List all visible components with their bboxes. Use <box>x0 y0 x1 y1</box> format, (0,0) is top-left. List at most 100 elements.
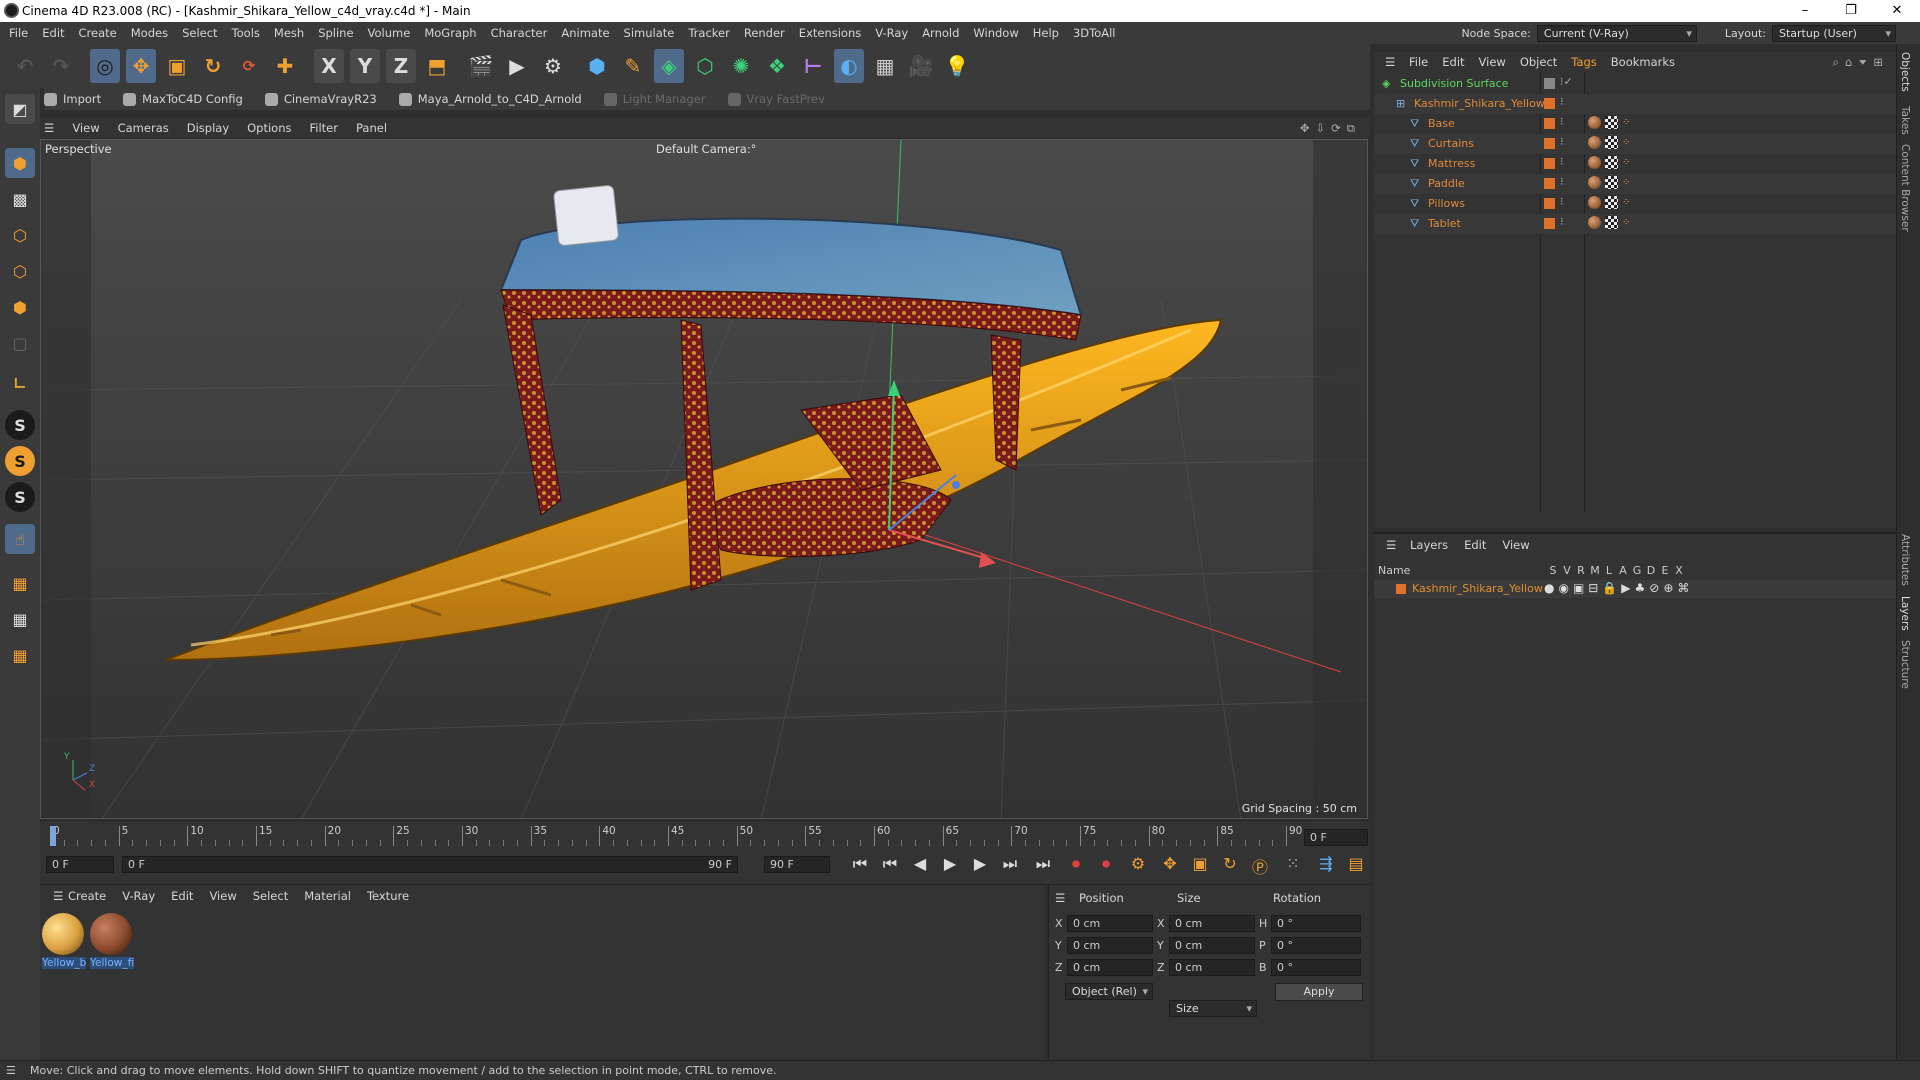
menu-modes[interactable]: Modes <box>124 26 175 40</box>
coords-menu-icon[interactable]: ☰ <box>1055 891 1065 905</box>
layer-menu-view[interactable]: View <box>1494 538 1537 552</box>
play-icon[interactable]: ▶ <box>935 854 965 878</box>
model-mode-icon[interactable]: ⬢ <box>5 148 35 178</box>
viewport-menu-cameras[interactable]: Cameras <box>109 121 178 135</box>
previous-key-icon[interactable]: ⏮ <box>875 854 905 878</box>
material-swatch[interactable]: Yellow_fi <box>90 913 134 969</box>
polygons-mode-icon[interactable]: ⬢ <box>5 292 35 322</box>
visibility-dots-icon[interactable]: ⁝✓ <box>1560 75 1573 88</box>
object-menu-tags[interactable]: Tags <box>1564 55 1603 69</box>
material-menu-vray[interactable]: V-Ray <box>114 889 163 903</box>
material-tag-icon[interactable] <box>1588 196 1601 209</box>
object-name[interactable]: Paddle <box>1428 177 1465 190</box>
render-view-icon[interactable]: ▶ <box>502 49 532 83</box>
texture-tag-icon[interactable] <box>1605 156 1618 169</box>
object-name[interactable]: Kashmir_Shikara_Yellow <box>1414 97 1545 110</box>
menu-mograph[interactable]: MoGraph <box>417 26 483 40</box>
keyframe-selection-icon[interactable]: ⚙ <box>1121 854 1155 878</box>
size-z-field[interactable]: 0 cm <box>1169 959 1255 976</box>
object-name[interactable]: Base <box>1428 117 1455 130</box>
object-name[interactable]: Subdivision Surface <box>1400 77 1508 90</box>
material-tag-icon[interactable] <box>1588 156 1601 169</box>
object-name[interactable]: Pillows <box>1428 197 1465 210</box>
texture-tag-icon[interactable] <box>1605 196 1618 209</box>
add-object-icon[interactable]: ✚ <box>270 49 300 83</box>
layer-flag-header[interactable]: G <box>1630 564 1644 577</box>
autokey-icon[interactable]: ⏺ <box>1091 854 1121 878</box>
layer-tag-icon[interactable] <box>1544 78 1555 89</box>
layout-select[interactable]: Startup (User) <box>1772 24 1896 42</box>
material-menu-texture[interactable]: Texture <box>359 889 417 903</box>
rotate-tool-icon[interactable]: ↻ <box>198 49 228 83</box>
tab-structure[interactable]: Structure <box>1899 640 1911 689</box>
undo-icon[interactable]: ↶ <box>10 49 40 83</box>
cinemavray-button[interactable]: CinemaVrayR23 <box>264 92 377 106</box>
maya-arnold-button[interactable]: Maya_Arnold_to_C4D_Arnold <box>398 92 582 106</box>
render-region-icon[interactable]: 🎬 <box>466 49 496 83</box>
snap-settings-icon[interactable]: S <box>5 446 35 476</box>
redo-icon[interactable]: ↷ <box>46 49 76 83</box>
timeline-window-icon[interactable]: ▤ <box>1341 854 1371 878</box>
vray-tag-icon[interactable]: ⁘ <box>1622 136 1635 149</box>
layer-flag-header[interactable]: R <box>1574 564 1588 577</box>
menu-select[interactable]: Select <box>175 26 224 40</box>
quantize-icon[interactable]: S <box>5 482 35 512</box>
visibility-dots-icon[interactable]: ⁝ <box>1560 115 1564 128</box>
node-space-select[interactable]: Current (V-Ray) <box>1536 24 1697 42</box>
current-frame-field[interactable]: 0 F <box>1304 829 1368 846</box>
key-pla-icon[interactable]: ⁙ <box>1275 854 1311 878</box>
layer-menu-edit[interactable]: Edit <box>1456 538 1494 552</box>
deformer-icon[interactable]: ⊢ <box>798 49 828 83</box>
vray-tag-icon[interactable]: ⁘ <box>1622 216 1635 229</box>
size-y-field[interactable]: 0 cm <box>1169 937 1255 954</box>
material-tags[interactable]: ⁘ <box>1588 136 1635 149</box>
coordinate-mode-select[interactable]: Object (Rel) <box>1065 983 1153 1000</box>
move-tool-icon[interactable]: ✥ <box>126 49 156 83</box>
material-menu-select[interactable]: Select <box>245 889 296 903</box>
go-to-end-icon[interactable]: ⏭ <box>1025 854 1061 878</box>
menu-3dtoall[interactable]: 3DToAll <box>1066 26 1123 40</box>
record-keys-icon[interactable]: ⏺ <box>1061 854 1091 878</box>
y-axis-lock-icon[interactable]: Y <box>350 49 380 83</box>
material-tags[interactable]: ⁘ <box>1588 116 1635 129</box>
object-name[interactable]: Curtains <box>1428 137 1474 150</box>
size-x-field[interactable]: 0 cm <box>1169 915 1255 932</box>
texture-tag-icon[interactable] <box>1605 176 1618 189</box>
object-menu-edit[interactable]: Edit <box>1435 55 1471 69</box>
menu-vray[interactable]: V-Ray <box>868 26 915 40</box>
maxtoc4d-config-button[interactable]: MaxToC4D Config <box>123 92 243 106</box>
viewport-menu-view[interactable]: View <box>63 121 108 135</box>
recent-tool-icon[interactable]: ⟳ <box>234 49 264 83</box>
menu-tools[interactable]: Tools <box>225 26 267 40</box>
material-menu-edit[interactable]: Edit <box>163 889 201 903</box>
layer-tag-icon[interactable] <box>1544 138 1555 149</box>
motion-system-icon[interactable]: ⇶ <box>1311 854 1341 878</box>
object-name[interactable]: Mattress <box>1428 157 1475 170</box>
render-settings-icon[interactable]: ⚙ <box>538 49 568 83</box>
object-row[interactable]: ⛛ Base ⁝ ⁘ <box>1374 114 1896 134</box>
material-swatch[interactable]: Yellow_b <box>42 913 86 969</box>
visibility-dots-icon[interactable]: ⁝ <box>1560 175 1564 188</box>
layer-flag-icons[interactable]: ●◉▣⊟🔒▶♣⊘⊕⌘ <box>1544 581 1693 595</box>
tab-attributes[interactable]: Attributes <box>1899 534 1911 586</box>
apply-button[interactable]: Apply <box>1275 983 1363 1001</box>
cloner-icon[interactable]: ✺ <box>726 49 756 83</box>
maximize-button[interactable]: ❐ <box>1828 0 1874 22</box>
menu-character[interactable]: Character <box>484 26 555 40</box>
menu-mesh[interactable]: Mesh <box>267 26 311 40</box>
menu-edit[interactable]: Edit <box>35 26 71 40</box>
rotation-p-field[interactable]: 0 ° <box>1271 937 1361 954</box>
vray-fastprev-button[interactable]: Vray FastPrev <box>727 92 825 106</box>
object-row[interactable]: ⛛ Mattress ⁝ ⁘ <box>1374 154 1896 174</box>
camera-label[interactable]: Default Camera:° <box>656 142 756 156</box>
light-manager-button[interactable]: Light Manager <box>603 92 706 106</box>
3d-viewport[interactable]: Perspective Default Camera:° Y Z X Grid … <box>40 139 1368 819</box>
menu-window[interactable]: Window <box>966 26 1025 40</box>
layer-menu-layers[interactable]: Layers <box>1402 538 1456 552</box>
import-plugin-button[interactable]: Import <box>44 92 101 106</box>
size-mode-select[interactable]: Size <box>1169 1000 1257 1017</box>
tab-content-browser[interactable]: Content Browser <box>1899 144 1911 232</box>
layer-tag-icon[interactable] <box>1544 218 1555 229</box>
visibility-dots-icon[interactable]: ⁝ <box>1560 135 1564 148</box>
menu-animate[interactable]: Animate <box>554 26 616 40</box>
